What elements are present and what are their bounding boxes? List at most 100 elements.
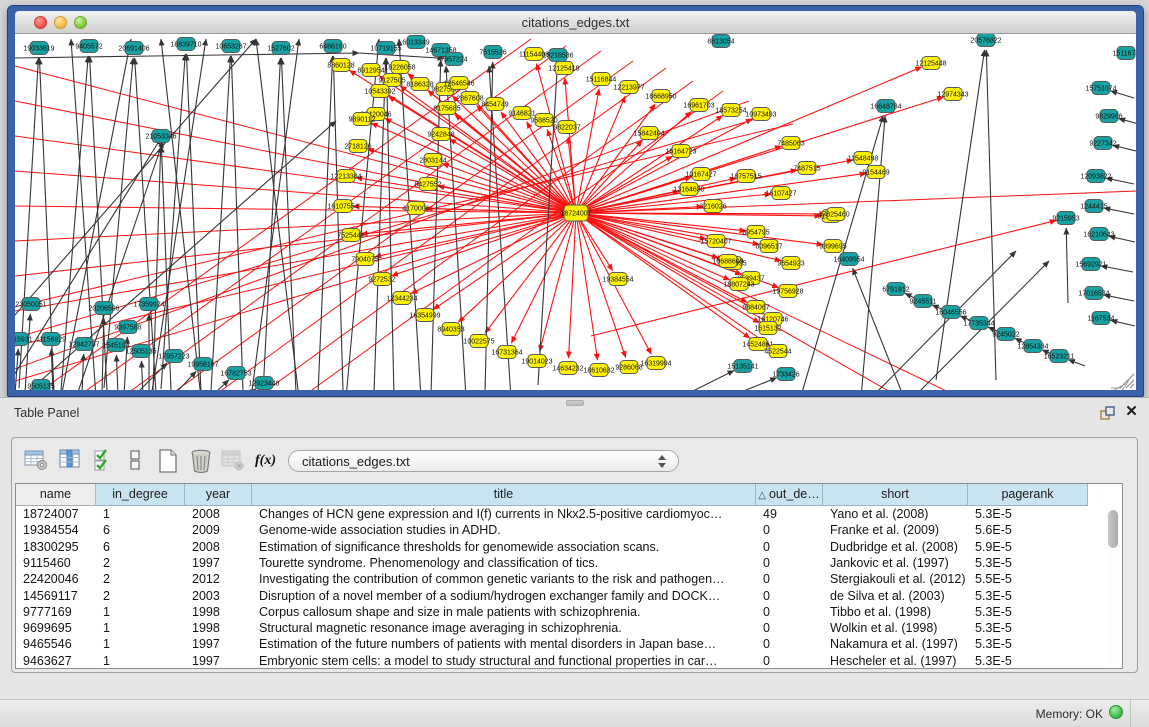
table-cell[interactable]: 1 [96,620,185,637]
table-cell[interactable]: 5.3E-5 [968,555,1088,572]
table-cell[interactable]: Structural magnetic resonance image aver… [252,620,756,637]
table-cell[interactable]: 0 [756,604,823,621]
table-cell[interactable]: 9699695 [16,620,96,637]
graph-node[interactable]: 16210643 [1083,228,1114,241]
table-cell[interactable]: Embryonic stem cells: a model to study s… [252,653,756,670]
table-cell[interactable]: 14569117 [16,588,96,605]
table-row[interactable]: 1872400712008Changes of HCN gene express… [16,506,1122,523]
graph-node[interactable]: 10167427 [685,168,716,181]
table-cell[interactable]: 1998 [185,604,252,621]
graph-node[interactable]: 20691406 [118,42,149,55]
table-cell[interactable]: 0 [756,539,823,556]
graph-node[interactable]: 18573254 [715,104,746,117]
table-cell[interactable]: 0 [756,653,823,670]
graph-node[interactable]: 9215953 [1052,212,1079,225]
table-cell[interactable]: Franke et al. (2009) [823,522,968,539]
graph-node[interactable]: 1244415 [1080,200,1107,213]
graph-node[interactable]: 1527602 [267,42,294,55]
table-cell[interactable]: Estimation of the future numbers of pati… [252,636,756,653]
graph-node[interactable]: 16319994 [640,357,671,370]
table-cell[interactable]: Dudbridge et al. (2008) [823,539,968,556]
table-cell[interactable]: 5.3E-5 [968,604,1088,621]
table-row[interactable]: 946554611997Estimation of the future num… [16,636,1122,653]
table-cell[interactable]: 9777169 [16,604,96,621]
graph-node[interactable]: 12093822 [1080,170,1111,183]
graph-node[interactable]: 7485063 [777,137,804,150]
table-cell[interactable]: 2 [96,555,185,572]
graph-node[interactable]: 20576822 [970,34,1001,47]
table-cell[interactable]: 5.3E-5 [968,636,1088,653]
graph-node[interactable]: 9154469 [862,166,889,179]
graph-node[interactable]: 16164723 [665,145,696,158]
table-cell[interactable]: 5.3E-5 [968,620,1088,637]
float-window-icon[interactable] [1100,406,1116,421]
table-cell[interactable]: Stergiakouli et al. (2012) [823,571,968,588]
table-cell[interactable]: 0 [756,620,823,637]
graph-node[interactable]: 3915931 [15,333,33,346]
table-cell[interactable]: 1 [96,653,185,670]
graph-node[interactable]: 8813054 [707,35,734,48]
graph-node[interactable]: 7487515 [793,162,820,175]
table-cell[interactable]: 6 [96,539,185,556]
graph-node[interactable]: 15720407 [700,235,731,248]
table-cell[interactable]: Genome-wide association studies in ADHD. [252,522,756,539]
table-row[interactable]: 2242004622012Investigating the contribut… [16,571,1122,588]
table-cell[interactable]: de Silva et al. (2003) [823,588,968,605]
graph-node[interactable]: 20206506 [88,302,119,315]
window-titlebar[interactable]: citations_edges.txt [15,11,1136,34]
graph-node[interactable]: 15116844 [586,73,617,86]
table-cell[interactable]: 2009 [185,522,252,539]
column-header-pagerank[interactable]: pagerank [968,484,1088,506]
graph-node[interactable]: 15692921 [1075,258,1106,271]
graph-node[interactable]: 16782753 [220,367,251,380]
table-cell[interactable]: 5.6E-5 [968,522,1088,539]
close-icon[interactable]: ✕ [1124,404,1139,420]
table-settings-icon[interactable] [24,448,52,474]
graph-node[interactable]: 12213384 [330,170,361,183]
table-cell[interactable]: 1998 [185,620,252,637]
table-cell[interactable]: 9463627 [16,653,96,670]
graph-node[interactable]: 10973493 [745,108,776,121]
table-cell[interactable]: 0 [756,571,823,588]
table-cell[interactable]: Hescheler et al. (1997) [823,653,968,670]
graph-node[interactable]: 8096517 [755,240,782,253]
delete-column-icon[interactable] [188,448,216,474]
table-cell[interactable]: Wolkin et al. (1998) [823,620,968,637]
table-cell[interactable]: Tourette syndrome. Phenomenology and cla… [252,555,756,572]
graph-node[interactable]: 9227342 [1089,137,1116,150]
table-cell[interactable]: Changes of HCN gene expression and I(f) … [252,506,756,523]
graph-node[interactable]: 10653287 [215,40,246,53]
table-cell[interactable]: 5.3E-5 [968,653,1088,670]
graph-node[interactable]: 8912954 [357,64,384,77]
table-cell[interactable]: 0 [756,636,823,653]
graph-node[interactable]: 8454749 [481,98,508,111]
table-cell[interactable]: 0 [756,555,823,572]
graph-node[interactable]: 16648784 [870,100,901,113]
graph-node[interactable]: 18226058 [384,61,415,74]
column-header-title[interactable]: title [252,484,756,506]
table-cell[interactable]: 6 [96,522,185,539]
table-cell[interactable]: 19384554 [16,522,96,539]
graph-node[interactable]: 2867608 [456,92,483,105]
table-cell[interactable]: 0 [756,588,823,605]
graph-node[interactable]: 18610632 [583,364,614,377]
scrollbar-thumb[interactable] [1108,510,1118,548]
select-columns-icon[interactable] [92,448,120,474]
table-selector-dropdown[interactable]: citations_edges.txt [288,450,679,472]
graph-node[interactable]: 6466160 [319,40,346,53]
table-cell[interactable]: 9115460 [16,555,96,572]
table-cell[interactable]: Jankovic et al. (1997) [823,555,968,572]
graph-node[interactable]: 12974343 [937,88,968,101]
table-cell[interactable]: Corpus callosum shape and size in male p… [252,604,756,621]
table-cell[interactable]: 2 [96,588,185,605]
graph-node[interactable]: 8940353 [437,323,464,336]
function-builder-icon[interactable]: f(x) [255,448,283,474]
table-row[interactable]: 1938455462009Genome-wide association stu… [16,522,1122,539]
graph-node[interactable]: 10022575 [463,335,494,348]
table-cell[interactable]: 2008 [185,506,252,523]
new-column-icon[interactable] [155,448,183,474]
graph-node[interactable]: 12213977 [613,81,644,94]
table-cell[interactable]: 2012 [185,571,252,588]
graph-node[interactable]: 16731364 [491,346,522,359]
graph-node[interactable]: 4170006 [402,202,429,215]
